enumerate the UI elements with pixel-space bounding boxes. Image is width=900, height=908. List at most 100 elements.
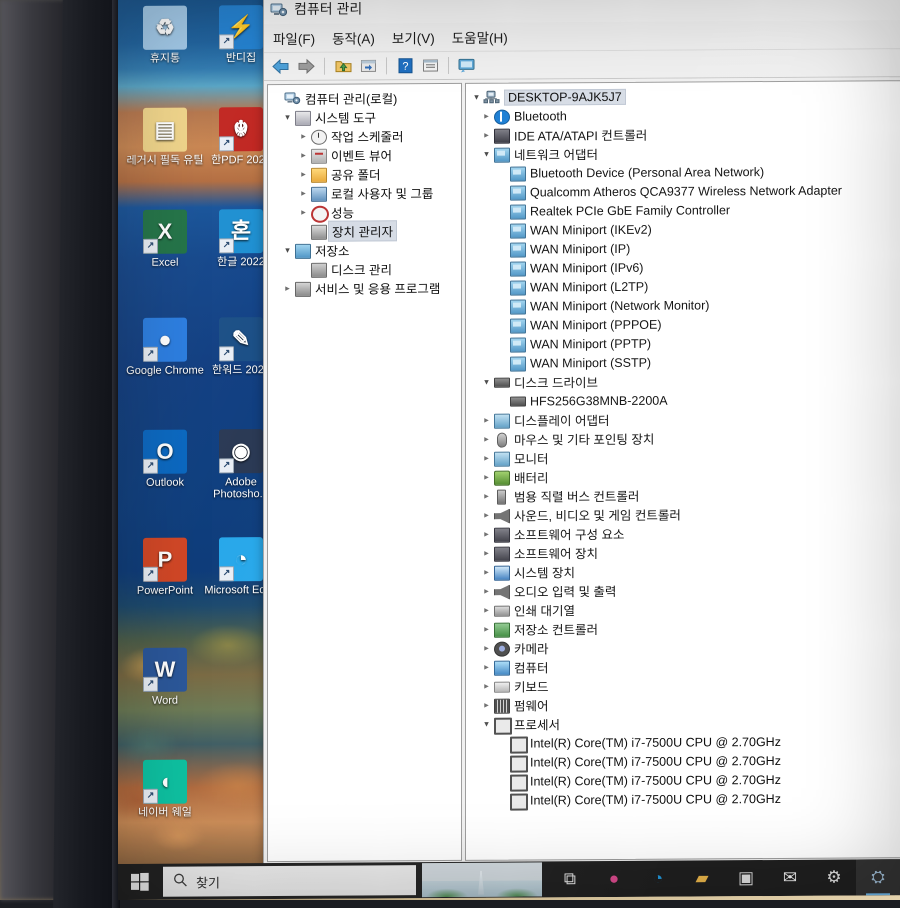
- tree-row[interactable]: ▸소프트웨어 장치: [470, 541, 900, 563]
- tree-row[interactable]: ▸배터리: [470, 465, 900, 487]
- forward-icon[interactable]: [295, 56, 317, 77]
- menu-item-3[interactable]: 도움말(H): [452, 27, 508, 47]
- chevron-right-icon[interactable]: ▸: [480, 563, 493, 582]
- tree-row[interactable]: Intel(R) Core(TM) i7-7500U CPU @ 2.70GHz: [470, 788, 900, 810]
- tree-row[interactable]: WAN Miniport (PPPOE): [470, 313, 900, 335]
- microsoft-store-icon[interactable]: ▣: [724, 860, 768, 896]
- tree-row[interactable]: ▸키보드: [470, 674, 900, 696]
- chevron-right-icon[interactable]: ▸: [480, 468, 493, 487]
- windows-start-icon[interactable]: [118, 864, 162, 900]
- chevron-right-icon[interactable]: ▸: [480, 544, 493, 563]
- tree-row[interactable]: ▸오디오 입력 및 출력: [470, 579, 900, 601]
- chevron-down-icon[interactable]: ▾: [281, 241, 294, 260]
- device-tree-pane[interactable]: ▾ DESKTOP-9AJK5J7 ▸Bluetooth▸IDE AT: [465, 80, 900, 861]
- chevron-right-icon[interactable]: ▸: [480, 658, 493, 677]
- chevron-down-icon[interactable]: ▾: [480, 145, 493, 164]
- tree-row[interactable]: ▸카메라: [470, 636, 900, 658]
- chevron-right-icon[interactable]: ▸: [480, 107, 493, 126]
- chevron-right-icon[interactable]: ▸: [480, 639, 493, 658]
- up-folder-icon[interactable]: [332, 56, 354, 77]
- chevron-right-icon[interactable]: ▸: [480, 525, 493, 544]
- chevron-down-icon[interactable]: ▾: [480, 715, 493, 734]
- chevron-right-icon[interactable]: ▸: [281, 279, 294, 298]
- desktop-icon-12[interactable]: W↗Word: [126, 647, 204, 706]
- tree-row[interactable]: HFS256G38MNB-2200A: [470, 389, 900, 411]
- file-explorer-icon[interactable]: ▰: [680, 860, 724, 896]
- back-icon[interactable]: [270, 56, 292, 77]
- tree-row[interactable]: ▸Bluetooth: [470, 104, 900, 126]
- tree-row[interactable]: 디스크 관리: [271, 259, 461, 279]
- desktop-icon-0[interactable]: ♻휴지통: [126, 5, 204, 64]
- tree-row[interactable]: ▸인쇄 대기열: [470, 598, 900, 620]
- desktop-icon-8[interactable]: O↗Outlook: [126, 429, 204, 488]
- tree-row[interactable]: ▸범용 직렬 버스 컨트롤러: [470, 484, 900, 506]
- tree-row[interactable]: ▸마우스 및 기타 포인팅 장치: [470, 427, 900, 449]
- tree-row[interactable]: 장치 관리자: [271, 221, 461, 241]
- chevron-right-icon[interactable]: ▸: [480, 506, 493, 525]
- tree-row[interactable]: ▸소프트웨어 구성 요소: [470, 522, 900, 544]
- chevron-right-icon[interactable]: ▸: [297, 184, 310, 203]
- chevron-right-icon[interactable]: ▸: [480, 696, 493, 715]
- tree-row[interactable]: Intel(R) Core(TM) i7-7500U CPU @ 2.70GHz: [470, 750, 900, 772]
- tree-row[interactable]: ▸시스템 장치: [470, 560, 900, 582]
- tree-row[interactable]: ▾네트워크 어댑터: [470, 142, 900, 164]
- menu-item-2[interactable]: 보기(V): [392, 27, 435, 47]
- cortana-icon[interactable]: ●: [592, 861, 636, 897]
- chevron-right-icon[interactable]: ▸: [480, 411, 493, 430]
- device-tree-root[interactable]: ▾ DESKTOP-9AJK5J7: [470, 85, 900, 107]
- chevron-down-icon[interactable]: ▾: [281, 108, 294, 127]
- tree-row[interactable]: Intel(R) Core(TM) i7-7500U CPU @ 2.70GHz: [470, 731, 900, 753]
- refresh-icon[interactable]: [357, 55, 379, 76]
- tree-row[interactable]: ▸서비스 및 응용 프로그램: [271, 278, 461, 298]
- desktop-icon-10[interactable]: P↗PowerPoint: [126, 537, 204, 596]
- chevron-right-icon[interactable]: ▸: [480, 677, 493, 696]
- search-input[interactable]: 찾기: [163, 865, 416, 897]
- expander-icon[interactable]: ▾: [470, 88, 483, 107]
- desktop-icon-13[interactable]: ◖↗네이버 웨일: [126, 759, 204, 818]
- tree-row[interactable]: ▸사운드, 비디오 및 게임 컨트롤러: [470, 503, 900, 525]
- desktop-icon-2[interactable]: ▤레거시 필독 유틸: [126, 107, 204, 166]
- tree-row[interactable]: ▸이벤트 뷰어: [271, 145, 461, 165]
- task-view-icon[interactable]: ⧉: [548, 861, 592, 897]
- tree-row[interactable]: Realtek PCIe GbE Family Controller: [470, 199, 900, 221]
- tree-row[interactable]: Bluetooth Device (Personal Area Network): [470, 161, 900, 183]
- tree-row[interactable]: Qualcomm Atheros QCA9377 Wireless Networ…: [470, 180, 900, 202]
- chevron-right-icon[interactable]: ▸: [480, 582, 493, 601]
- chevron-right-icon[interactable]: ▸: [297, 127, 310, 146]
- settings-icon[interactable]: ⚙: [812, 859, 856, 895]
- weather-news-widget[interactable]: [422, 862, 542, 897]
- chevron-right-icon[interactable]: ▸: [480, 430, 493, 449]
- chevron-right-icon[interactable]: ▸: [480, 601, 493, 620]
- console-tree-root[interactable]: 컴퓨터 관리(로컬): [271, 88, 461, 108]
- tree-row[interactable]: WAN Miniport (SSTP): [470, 351, 900, 373]
- tree-row[interactable]: ▸IDE ATA/ATAPI 컨트롤러: [470, 123, 900, 145]
- chevron-down-icon[interactable]: ▾: [480, 373, 493, 392]
- edge-icon[interactable]: ◔: [636, 861, 680, 897]
- mail-icon[interactable]: ✉: [768, 860, 812, 896]
- tree-row[interactable]: ▸로컬 사용자 및 그룹: [271, 183, 461, 203]
- chevron-right-icon[interactable]: ▸: [480, 449, 493, 468]
- help-icon[interactable]: ?: [394, 55, 416, 76]
- chevron-right-icon[interactable]: ▸: [297, 146, 310, 165]
- tree-row[interactable]: WAN Miniport (PPTP): [470, 332, 900, 354]
- properties-icon[interactable]: [419, 55, 441, 76]
- tree-row[interactable]: WAN Miniport (Network Monitor): [470, 294, 900, 316]
- console-tree-pane[interactable]: 컴퓨터 관리(로컬) ▾시스템 도구▸작업 스케줄러▸이벤트 뷰어▸공유 폴더▸…: [267, 83, 462, 862]
- chevron-right-icon[interactable]: ▸: [480, 126, 493, 145]
- chevron-right-icon[interactable]: ▸: [297, 203, 310, 222]
- menu-item-0[interactable]: 파일(F): [273, 28, 315, 48]
- tree-row[interactable]: ▸디스플레이 어댑터: [470, 408, 900, 430]
- tree-row[interactable]: ▸모니터: [470, 446, 900, 468]
- tree-row[interactable]: ▾프로세서: [470, 712, 900, 734]
- tree-row[interactable]: ▸펌웨어: [470, 693, 900, 715]
- tree-row[interactable]: ▸저장소 컨트롤러: [470, 617, 900, 639]
- tree-row[interactable]: WAN Miniport (IPv6): [470, 256, 900, 278]
- tree-row[interactable]: ▾저장소: [271, 240, 461, 260]
- chevron-right-icon[interactable]: ▸: [480, 487, 493, 506]
- tree-row[interactable]: WAN Miniport (IKEv2): [470, 218, 900, 240]
- tree-row[interactable]: ▸컴퓨터: [470, 655, 900, 677]
- menu-item-1[interactable]: 동작(A): [332, 27, 375, 47]
- tree-row[interactable]: ▾시스템 도구: [271, 107, 461, 127]
- tree-row[interactable]: ▸작업 스케줄러: [271, 126, 461, 146]
- tree-row[interactable]: WAN Miniport (IP): [470, 237, 900, 259]
